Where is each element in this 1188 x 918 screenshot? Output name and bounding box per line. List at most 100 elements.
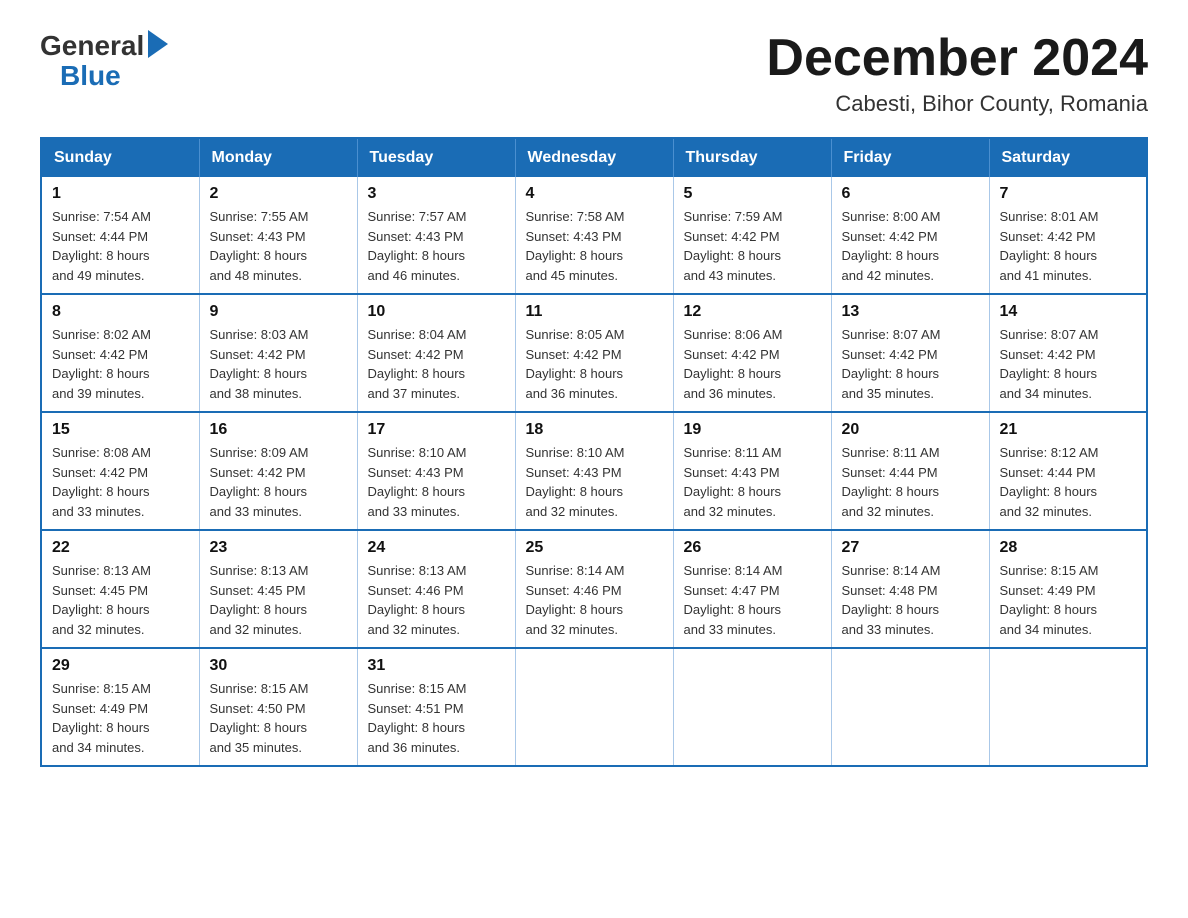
logo: General Blue [40, 30, 168, 90]
calendar-cell: 12 Sunrise: 8:06 AM Sunset: 4:42 PM Dayl… [673, 294, 831, 412]
day-number: 10 [368, 303, 505, 321]
day-number: 9 [210, 303, 347, 321]
calendar-table: Sunday Monday Tuesday Wednesday Thursday… [40, 137, 1148, 767]
day-number: 20 [842, 421, 979, 439]
day-info: Sunrise: 8:12 AM Sunset: 4:44 PM Dayligh… [1000, 443, 1137, 521]
calendar-cell: 25 Sunrise: 8:14 AM Sunset: 4:46 PM Dayl… [515, 530, 673, 648]
calendar-week-row: 29 Sunrise: 8:15 AM Sunset: 4:49 PM Dayl… [41, 648, 1147, 766]
calendar-cell: 24 Sunrise: 8:13 AM Sunset: 4:46 PM Dayl… [357, 530, 515, 648]
day-info: Sunrise: 7:55 AM Sunset: 4:43 PM Dayligh… [210, 207, 347, 285]
day-number: 8 [52, 303, 189, 321]
calendar-cell: 23 Sunrise: 8:13 AM Sunset: 4:45 PM Dayl… [199, 530, 357, 648]
calendar-cell: 29 Sunrise: 8:15 AM Sunset: 4:49 PM Dayl… [41, 648, 199, 766]
calendar-cell [673, 648, 831, 766]
calendar-cell: 19 Sunrise: 8:11 AM Sunset: 4:43 PM Dayl… [673, 412, 831, 530]
page-header: General Blue December 2024 Cabesti, Biho… [40, 30, 1148, 117]
day-info: Sunrise: 8:11 AM Sunset: 4:44 PM Dayligh… [842, 443, 979, 521]
calendar-cell: 4 Sunrise: 7:58 AM Sunset: 4:43 PM Dayli… [515, 177, 673, 294]
calendar-cell: 15 Sunrise: 8:08 AM Sunset: 4:42 PM Dayl… [41, 412, 199, 530]
calendar-cell: 14 Sunrise: 8:07 AM Sunset: 4:42 PM Dayl… [989, 294, 1147, 412]
day-info: Sunrise: 7:59 AM Sunset: 4:42 PM Dayligh… [684, 207, 821, 285]
day-number: 1 [52, 185, 189, 203]
header-saturday: Saturday [989, 138, 1147, 177]
day-info: Sunrise: 8:14 AM Sunset: 4:48 PM Dayligh… [842, 561, 979, 639]
calendar-cell: 13 Sunrise: 8:07 AM Sunset: 4:42 PM Dayl… [831, 294, 989, 412]
day-info: Sunrise: 7:54 AM Sunset: 4:44 PM Dayligh… [52, 207, 189, 285]
day-number: 19 [684, 421, 821, 439]
day-number: 13 [842, 303, 979, 321]
calendar-cell: 18 Sunrise: 8:10 AM Sunset: 4:43 PM Dayl… [515, 412, 673, 530]
calendar-cell: 21 Sunrise: 8:12 AM Sunset: 4:44 PM Dayl… [989, 412, 1147, 530]
day-number: 27 [842, 539, 979, 557]
day-number: 18 [526, 421, 663, 439]
day-info: Sunrise: 8:06 AM Sunset: 4:42 PM Dayligh… [684, 325, 821, 403]
day-number: 29 [52, 657, 189, 675]
calendar-week-row: 22 Sunrise: 8:13 AM Sunset: 4:45 PM Dayl… [41, 530, 1147, 648]
day-number: 11 [526, 303, 663, 321]
calendar-cell: 8 Sunrise: 8:02 AM Sunset: 4:42 PM Dayli… [41, 294, 199, 412]
day-number: 26 [684, 539, 821, 557]
day-info: Sunrise: 8:15 AM Sunset: 4:49 PM Dayligh… [52, 679, 189, 757]
day-number: 23 [210, 539, 347, 557]
day-info: Sunrise: 8:04 AM Sunset: 4:42 PM Dayligh… [368, 325, 505, 403]
day-number: 14 [1000, 303, 1137, 321]
day-number: 2 [210, 185, 347, 203]
day-info: Sunrise: 8:15 AM Sunset: 4:51 PM Dayligh… [368, 679, 505, 757]
logo-general-text: General [40, 32, 144, 60]
day-number: 17 [368, 421, 505, 439]
header-thursday: Thursday [673, 138, 831, 177]
day-number: 21 [1000, 421, 1137, 439]
calendar-cell: 30 Sunrise: 8:15 AM Sunset: 4:50 PM Dayl… [199, 648, 357, 766]
calendar-cell [515, 648, 673, 766]
calendar-cell: 10 Sunrise: 8:04 AM Sunset: 4:42 PM Dayl… [357, 294, 515, 412]
day-info: Sunrise: 8:10 AM Sunset: 4:43 PM Dayligh… [368, 443, 505, 521]
calendar-cell: 16 Sunrise: 8:09 AM Sunset: 4:42 PM Dayl… [199, 412, 357, 530]
day-info: Sunrise: 8:14 AM Sunset: 4:47 PM Dayligh… [684, 561, 821, 639]
calendar-cell [989, 648, 1147, 766]
day-number: 7 [1000, 185, 1137, 203]
day-number: 16 [210, 421, 347, 439]
header-sunday: Sunday [41, 138, 199, 177]
day-info: Sunrise: 8:10 AM Sunset: 4:43 PM Dayligh… [526, 443, 663, 521]
day-info: Sunrise: 8:15 AM Sunset: 4:50 PM Dayligh… [210, 679, 347, 757]
logo-arrow-icon [148, 30, 168, 58]
day-info: Sunrise: 8:05 AM Sunset: 4:42 PM Dayligh… [526, 325, 663, 403]
calendar-week-row: 1 Sunrise: 7:54 AM Sunset: 4:44 PM Dayli… [41, 177, 1147, 294]
header-monday: Monday [199, 138, 357, 177]
calendar-cell: 20 Sunrise: 8:11 AM Sunset: 4:44 PM Dayl… [831, 412, 989, 530]
calendar-cell: 26 Sunrise: 8:14 AM Sunset: 4:47 PM Dayl… [673, 530, 831, 648]
calendar-cell: 5 Sunrise: 7:59 AM Sunset: 4:42 PM Dayli… [673, 177, 831, 294]
calendar-cell: 28 Sunrise: 8:15 AM Sunset: 4:49 PM Dayl… [989, 530, 1147, 648]
calendar-cell: 31 Sunrise: 8:15 AM Sunset: 4:51 PM Dayl… [357, 648, 515, 766]
title-area: December 2024 Cabesti, Bihor County, Rom… [766, 30, 1148, 117]
day-number: 4 [526, 185, 663, 203]
day-info: Sunrise: 8:08 AM Sunset: 4:42 PM Dayligh… [52, 443, 189, 521]
day-number: 5 [684, 185, 821, 203]
location-title: Cabesti, Bihor County, Romania [766, 91, 1148, 117]
header-friday: Friday [831, 138, 989, 177]
calendar-cell: 2 Sunrise: 7:55 AM Sunset: 4:43 PM Dayli… [199, 177, 357, 294]
day-number: 31 [368, 657, 505, 675]
day-info: Sunrise: 8:11 AM Sunset: 4:43 PM Dayligh… [684, 443, 821, 521]
day-number: 22 [52, 539, 189, 557]
day-info: Sunrise: 8:13 AM Sunset: 4:45 PM Dayligh… [52, 561, 189, 639]
day-info: Sunrise: 8:13 AM Sunset: 4:46 PM Dayligh… [368, 561, 505, 639]
day-number: 3 [368, 185, 505, 203]
calendar-week-row: 8 Sunrise: 8:02 AM Sunset: 4:42 PM Dayli… [41, 294, 1147, 412]
day-number: 30 [210, 657, 347, 675]
calendar-cell: 27 Sunrise: 8:14 AM Sunset: 4:48 PM Dayl… [831, 530, 989, 648]
day-info: Sunrise: 8:07 AM Sunset: 4:42 PM Dayligh… [842, 325, 979, 403]
calendar-cell: 11 Sunrise: 8:05 AM Sunset: 4:42 PM Dayl… [515, 294, 673, 412]
day-info: Sunrise: 7:58 AM Sunset: 4:43 PM Dayligh… [526, 207, 663, 285]
day-info: Sunrise: 8:01 AM Sunset: 4:42 PM Dayligh… [1000, 207, 1137, 285]
calendar-cell: 6 Sunrise: 8:00 AM Sunset: 4:42 PM Dayli… [831, 177, 989, 294]
calendar-body: 1 Sunrise: 7:54 AM Sunset: 4:44 PM Dayli… [41, 177, 1147, 766]
day-number: 15 [52, 421, 189, 439]
header-tuesday: Tuesday [357, 138, 515, 177]
day-info: Sunrise: 8:02 AM Sunset: 4:42 PM Dayligh… [52, 325, 189, 403]
logo-blue-text: Blue [60, 62, 121, 90]
month-title: December 2024 [766, 30, 1148, 87]
calendar-header: Sunday Monday Tuesday Wednesday Thursday… [41, 138, 1147, 177]
day-info: Sunrise: 8:07 AM Sunset: 4:42 PM Dayligh… [1000, 325, 1137, 403]
calendar-cell: 22 Sunrise: 8:13 AM Sunset: 4:45 PM Dayl… [41, 530, 199, 648]
